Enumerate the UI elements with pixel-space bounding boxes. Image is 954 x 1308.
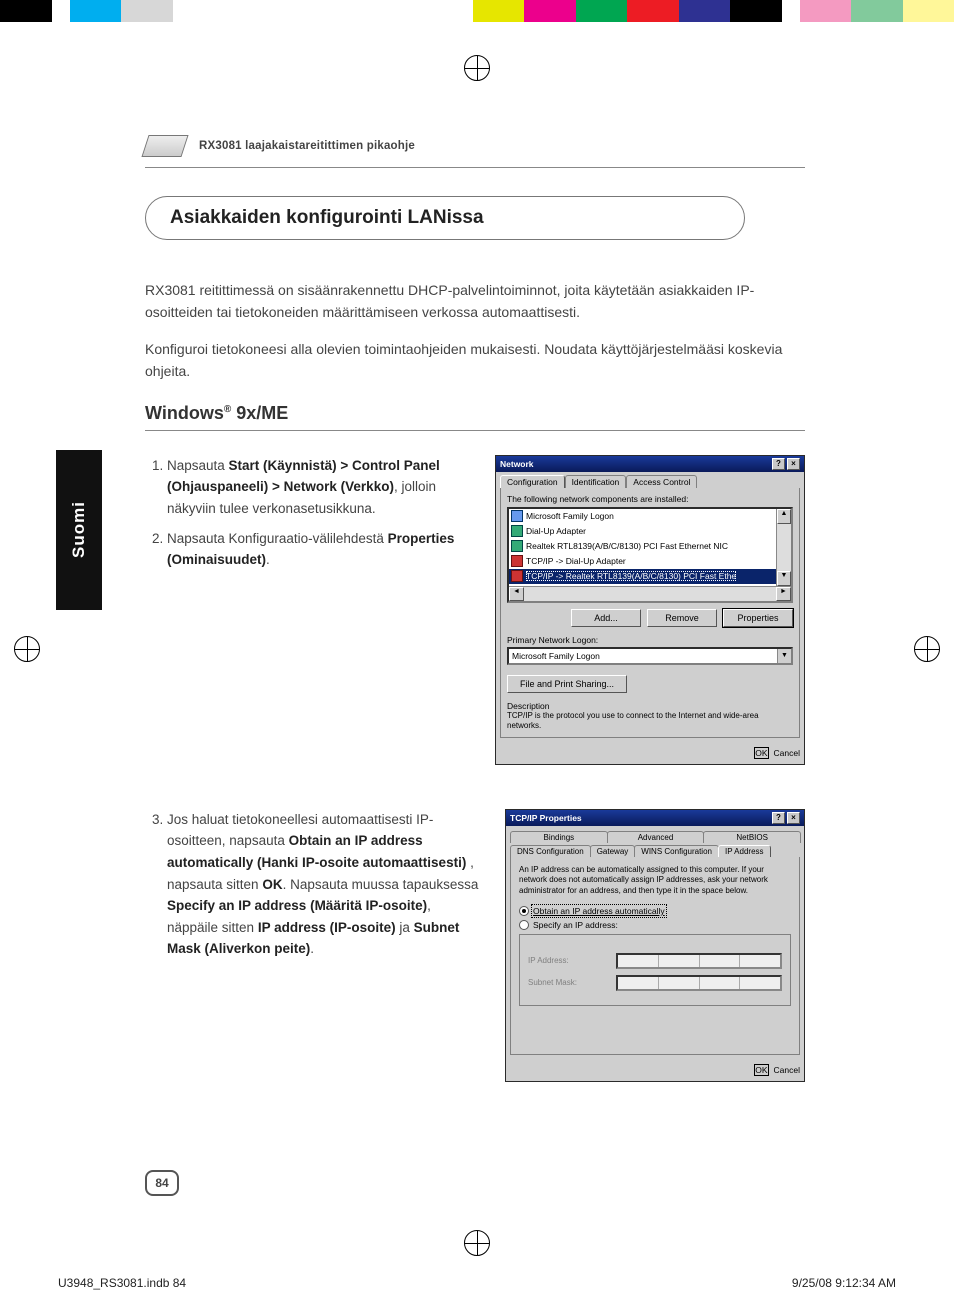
primary-logon-combo[interactable]: Microsoft Family Logon ▼ xyxy=(507,647,793,665)
print-footer: U3948_RS3081.indb 84 9/25/08 9:12:34 AM xyxy=(58,1276,896,1290)
radio-icon xyxy=(519,920,529,930)
list-item-selected: TCP/IP -> Realtek RTL8139(A/B/C/8130) PC… xyxy=(509,569,776,584)
ok-button[interactable]: OK xyxy=(755,1065,767,1075)
tab-gateway[interactable]: Gateway xyxy=(590,845,636,857)
step-2: Napsauta Konfiguraatio-välilehdestä Prop… xyxy=(167,528,475,571)
protocol-icon xyxy=(511,555,523,567)
specify-ip-fieldset: IP Address: Subnet Mask: xyxy=(519,934,791,1006)
list-item: Realtek RTL8139(A/B/C/8130) PCI Fast Eth… xyxy=(509,539,776,554)
list-item: Dial-Up Adapter xyxy=(509,524,776,539)
section-title: Asiakkaiden konfigurointi LANissa xyxy=(145,196,745,240)
subsection-heading: Windows® 9x/ME xyxy=(145,403,805,431)
radio-icon xyxy=(519,906,529,916)
intro-paragraph-1: RX3081 reitittimessä on sisäänrakennettu… xyxy=(145,280,805,323)
tab-access-control[interactable]: Access Control xyxy=(626,475,697,488)
language-tab: Suomi xyxy=(56,450,102,610)
horizontal-scrollbar[interactable]: ◄ ► xyxy=(509,586,791,601)
scroll-left-button[interactable]: ◄ xyxy=(509,587,524,601)
description-label: Description xyxy=(507,701,793,711)
list-item: TCP/IP -> Dial-Up Adapter xyxy=(509,554,776,569)
dialog-titlebar[interactable]: TCP/IP Properties ? × xyxy=(506,810,804,826)
step-1: Napsauta Start (Käynnistä) > Control Pan… xyxy=(167,455,475,520)
subnet-mask-input[interactable] xyxy=(616,975,782,991)
doc-title: RX3081 laajakaistareitittimen pikaohje xyxy=(199,140,415,152)
printer-color-bar xyxy=(0,0,954,22)
adapter-icon xyxy=(511,540,523,552)
cancel-button[interactable]: Cancel xyxy=(774,748,800,758)
step-list-1: Napsauta Start (Käynnistä) > Control Pan… xyxy=(145,455,475,765)
tab-ip-address[interactable]: IP Address xyxy=(718,845,771,857)
tab-bindings[interactable]: Bindings xyxy=(510,831,608,843)
scroll-up-button[interactable]: ▲ xyxy=(777,509,791,524)
cancel-button[interactable]: Cancel xyxy=(774,1065,800,1075)
vertical-scrollbar[interactable]: ▲ ▼ xyxy=(776,509,791,586)
list-label: The following network components are ins… xyxy=(507,494,793,504)
router-icon xyxy=(141,135,188,157)
component-listbox[interactable]: Microsoft Family Logon Dial-Up Adapter R… xyxy=(507,507,793,603)
chevron-down-icon[interactable]: ▼ xyxy=(777,649,791,663)
ip-address-label: IP Address: xyxy=(528,956,608,965)
dialog-title: Network xyxy=(500,459,534,469)
footer-date: 9/25/08 9:12:34 AM xyxy=(792,1276,896,1290)
ok-button[interactable]: OK xyxy=(755,748,767,758)
tabstrip: Configuration Identification Access Cont… xyxy=(500,475,800,488)
tabstrip: Bindings Advanced NetBIOS DNS Configurat… xyxy=(510,829,800,857)
tab-netbios[interactable]: NetBIOS xyxy=(703,831,801,843)
adapter-icon xyxy=(511,525,523,537)
close-button[interactable]: × xyxy=(787,458,800,470)
ip-address-input[interactable] xyxy=(616,953,782,969)
scroll-right-button[interactable]: ► xyxy=(776,587,791,601)
tab-configuration[interactable]: Configuration xyxy=(500,475,565,488)
registration-mark-icon xyxy=(464,1230,490,1256)
primary-logon-label: Primary Network Logon: xyxy=(507,635,793,645)
intro-paragraph-2: Konfiguroi tietokoneesi alla olevien toi… xyxy=(145,339,805,382)
footer-file: U3948_RS3081.indb 84 xyxy=(58,1276,186,1290)
add-button[interactable]: Add... xyxy=(571,609,641,627)
tab-advanced[interactable]: Advanced xyxy=(607,831,705,843)
page-number: 84 xyxy=(145,1170,179,1196)
document-header: RX3081 laajakaistareitittimen pikaohje xyxy=(145,135,805,168)
tab-intro-text: An IP address can be automatically assig… xyxy=(519,865,791,896)
dialog-titlebar[interactable]: Network ? × xyxy=(496,456,804,472)
subnet-mask-label: Subnet Mask: xyxy=(528,978,608,987)
dialog-title: TCP/IP Properties xyxy=(510,813,582,823)
radio-obtain-auto[interactable]: Obtain an IP address automatically xyxy=(519,906,791,916)
registration-mark-icon xyxy=(914,636,940,662)
file-print-sharing-button[interactable]: File and Print Sharing... xyxy=(507,675,627,693)
help-button[interactable]: ? xyxy=(772,458,785,470)
tab-wins[interactable]: WINS Configuration xyxy=(634,845,719,857)
tab-identification[interactable]: Identification xyxy=(565,475,627,488)
registration-mark-icon xyxy=(14,636,40,662)
close-button[interactable]: × xyxy=(787,812,800,824)
list-item: Microsoft Family Logon xyxy=(509,509,776,524)
step-3: Jos haluat tietokoneellesi automaattises… xyxy=(167,809,485,960)
client-icon xyxy=(511,510,523,522)
remove-button[interactable]: Remove xyxy=(647,609,717,627)
description-text: TCP/IP is the protocol you use to connec… xyxy=(507,711,793,731)
step-list-2: Jos haluat tietokoneellesi automaattises… xyxy=(145,809,485,1082)
radio-specify[interactable]: Specify an IP address: xyxy=(519,920,791,930)
registration-mark-icon xyxy=(464,55,490,81)
tab-dns[interactable]: DNS Configuration xyxy=(510,845,591,857)
scroll-down-button[interactable]: ▼ xyxy=(777,571,791,586)
tcpip-properties-dialog: TCP/IP Properties ? × Bindings Advanced … xyxy=(505,809,805,1082)
help-button[interactable]: ? xyxy=(772,812,785,824)
network-dialog: Network ? × Configuration Identification… xyxy=(495,455,805,765)
protocol-icon xyxy=(511,570,523,582)
properties-button[interactable]: Properties xyxy=(723,609,793,627)
